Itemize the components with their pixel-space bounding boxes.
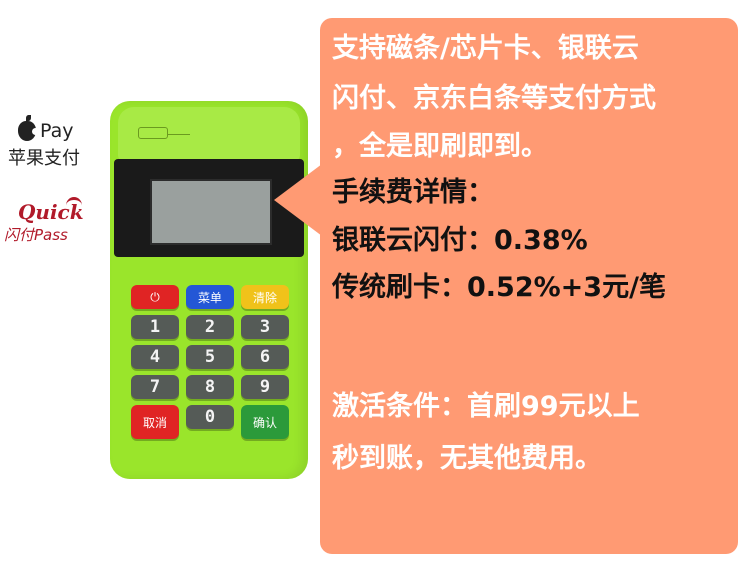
confirm-key[interactable]: 确认	[241, 405, 289, 439]
apple-pay-text: Pay	[40, 120, 74, 142]
fee-details-heading: 手续费详情：	[332, 177, 494, 208]
key-6[interactable]: 6	[241, 345, 289, 369]
callout-line-1: 支持磁条/芯片卡、银联云	[332, 33, 639, 64]
card-swipe-rate: 传统刷卡：0.52%+3元/笔	[332, 272, 666, 303]
callout-pointer	[274, 164, 322, 236]
key-7[interactable]: 7	[131, 375, 179, 399]
cancel-key[interactable]: 取消	[131, 405, 179, 439]
callout-line-2: 闪付、京东白条等支付方式	[332, 83, 656, 114]
cloud-quickpass-rate: 银联云闪付：0.38%	[332, 225, 588, 256]
clear-key[interactable]: 清除	[241, 285, 289, 309]
key-3[interactable]: 3	[241, 315, 289, 339]
apple-pay-cn-label: 苹果支付	[8, 148, 80, 169]
key-8[interactable]: 8	[186, 375, 234, 399]
card-slot-icon	[138, 127, 168, 139]
quickpass-top-text: Quick	[18, 200, 84, 224]
key-5[interactable]: 5	[186, 345, 234, 369]
key-2[interactable]: 2	[186, 315, 234, 339]
apple-icon	[18, 115, 39, 141]
activation-condition: 激活条件：首刷99元以上	[332, 391, 640, 422]
pos-card-reader-area	[118, 107, 300, 161]
menu-key[interactable]: 菜单	[186, 285, 234, 309]
contactless-wave-icon	[66, 197, 82, 214]
key-9[interactable]: 9	[241, 375, 289, 399]
key-1[interactable]: 1	[131, 315, 179, 339]
key-0[interactable]: 0	[186, 405, 234, 429]
key-4[interactable]: 4	[131, 345, 179, 369]
instant-settlement-note: 秒到账，无其他费用。	[332, 443, 602, 474]
apple-pay-logo: Pay 苹果支付	[8, 115, 98, 170]
callout-line-3: ，全是即刷即到。	[332, 131, 548, 162]
quickpass-bottom-text: 闪付Pass	[4, 226, 68, 244]
lcd-screen	[150, 179, 272, 245]
quickpass-logo: Quick 闪付Pass	[4, 197, 99, 245]
power-key[interactable]: ⏻	[131, 285, 179, 309]
pos-terminal: ⏻ 菜单 清除 1 2 3 4 5 6 7 8 9 取消 0 确认	[110, 101, 308, 479]
